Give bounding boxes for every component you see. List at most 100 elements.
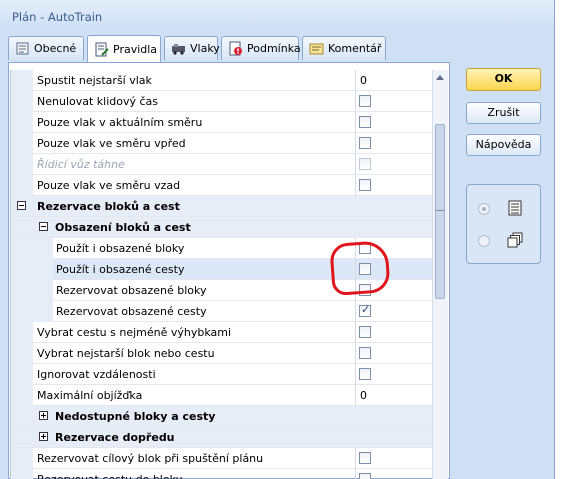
tab-label: Vlaky (190, 42, 220, 55)
property-label: Vybrat nejstarší blok nebo cestu (37, 347, 215, 360)
category-label: Rezervace dopředu (55, 431, 175, 444)
tab-condition[interactable]: Podmínka (221, 36, 301, 60)
column-separator (355, 385, 356, 406)
category-row[interactable]: Nedostupné bloky a cesty (11, 406, 433, 427)
column-separator (355, 112, 356, 133)
collapse-icon[interactable] (17, 201, 26, 210)
general-icon (15, 41, 30, 56)
comment-icon (309, 41, 324, 56)
rules-icon (94, 42, 109, 57)
category-label: Obsazení bloků a cest (55, 221, 191, 234)
expand-icon[interactable] (39, 432, 48, 441)
property-label: Použít i obsazené cesty (56, 263, 185, 276)
property-label: Rezervovat cestu do bloku (37, 469, 183, 479)
column-separator (355, 133, 356, 154)
tab-general[interactable]: Obecné (8, 36, 84, 60)
property-row[interactable]: Pouze vlak v aktuálním směru (11, 112, 433, 133)
row-gutter (11, 259, 53, 280)
category-label: Rezervace bloků a cest (37, 200, 180, 213)
column-separator (355, 91, 356, 112)
tab-comment[interactable]: Komentář (302, 36, 386, 60)
scroll-up-icon[interactable] (436, 75, 444, 80)
title-bar[interactable]: Plán - AutoTrain (0, 0, 554, 28)
expand-icon[interactable] (39, 411, 48, 420)
ok-button[interactable]: OK (466, 68, 541, 91)
column-separator (355, 322, 356, 343)
help-button[interactable]: Nápověda (466, 134, 541, 156)
property-row[interactable]: Rezervovat obsazené cesty (11, 301, 433, 322)
tab-label: Podmínka (247, 42, 301, 55)
property-row[interactable]: Maximální objížďka 0 (11, 385, 433, 406)
tab-trains[interactable]: Vlaky (164, 36, 220, 60)
cancel-button[interactable]: Zrušit (466, 102, 541, 124)
column-separator (355, 364, 356, 385)
row-gutter (11, 91, 33, 112)
property-row[interactable]: Nenulovat klidový čas (11, 91, 433, 112)
trains-icon (171, 41, 186, 56)
view-options-group (466, 184, 541, 264)
row-gutter (11, 175, 33, 196)
list-view-icon (507, 200, 523, 216)
row-gutter (11, 70, 33, 91)
column-separator (355, 175, 356, 196)
tab-label: Pravidla (113, 42, 158, 56)
property-row[interactable]: Vybrat nejstarší blok nebo cestu (11, 343, 433, 364)
row-gutter (11, 133, 33, 154)
property-checkbox[interactable] (359, 303, 371, 317)
property-row[interactable]: Ignorovat vzdálenosti (11, 364, 433, 385)
property-row[interactable]: Rezervovat cílový blok při spuštění plán… (11, 448, 433, 469)
property-row: Řídicí vůz táhne (11, 154, 433, 175)
cascade-view-radio[interactable] (478, 235, 490, 247)
property-row[interactable]: Spustit nejstarší vlak 0 (11, 70, 433, 91)
row-gutter (11, 322, 33, 343)
column-separator (355, 469, 356, 479)
row-gutter (11, 469, 33, 479)
property-checkbox[interactable] (359, 368, 371, 380)
cascade-view-icon (507, 232, 523, 248)
column-separator (355, 70, 356, 91)
row-gutter (11, 343, 33, 364)
property-checkbox[interactable] (359, 347, 371, 359)
property-checkbox[interactable] (359, 137, 371, 149)
row-gutter (11, 385, 33, 406)
property-checkbox[interactable] (359, 326, 371, 338)
property-row[interactable]: Pouze vlak ve směru vzad (11, 175, 433, 196)
row-gutter (11, 301, 53, 322)
row-gutter (11, 364, 33, 385)
property-checkbox[interactable] (359, 473, 371, 479)
property-checkbox[interactable] (359, 179, 371, 191)
scroll-thumb[interactable] (435, 124, 445, 299)
tab-rules[interactable]: Pravidla (87, 35, 161, 62)
tab-label: Obecné (34, 42, 77, 55)
property-row[interactable]: Pouze vlak ve směru vpřed (11, 133, 433, 154)
property-row[interactable]: Vybrat cestu s nejméně výhybkami (11, 322, 433, 343)
property-value[interactable]: 0 (360, 70, 367, 91)
tab-label: Komentář (328, 42, 382, 55)
annotation-circle (329, 240, 391, 296)
property-label: Rezervovat obsazené cesty (56, 305, 207, 318)
category-row[interactable]: Rezervace dopředu (11, 427, 433, 448)
column-separator (355, 154, 356, 175)
vertical-scrollbar[interactable] (432, 70, 448, 479)
property-label: Pouze vlak ve směru vzad (37, 179, 181, 192)
category-row[interactable]: Rezervace bloků a cest (11, 196, 433, 217)
property-checkbox[interactable] (359, 95, 371, 107)
property-row[interactable]: Rezervovat cestu do bloku (11, 469, 433, 479)
list-view-radio[interactable] (478, 203, 490, 215)
property-checkbox[interactable] (359, 452, 371, 464)
property-value[interactable]: 0 (360, 385, 367, 406)
condition-icon (228, 41, 243, 56)
property-label: Řídicí vůz táhne (37, 158, 125, 171)
row-gutter (11, 112, 33, 133)
category-label: Nedostupné bloky a cesty (55, 410, 216, 423)
collapse-icon[interactable] (39, 222, 48, 231)
property-label: Rezervovat cílový blok při spuštění plán… (37, 452, 264, 465)
property-label: Rezervovat obsazené bloky (56, 284, 207, 297)
category-row[interactable]: Obsazení bloků a cest (11, 217, 433, 238)
property-checkbox[interactable] (359, 116, 371, 128)
property-label: Spustit nejstarší vlak (37, 74, 152, 87)
property-label: Maximální objížďka (37, 389, 143, 402)
property-checkbox (359, 158, 371, 170)
column-separator (355, 301, 356, 322)
window-title: Plán - AutoTrain (12, 10, 103, 24)
